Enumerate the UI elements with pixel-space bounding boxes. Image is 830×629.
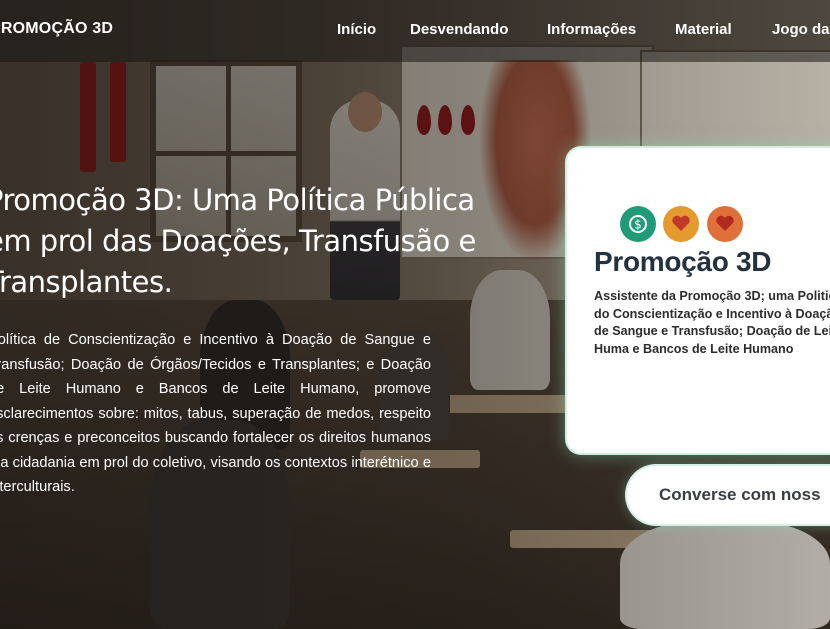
- svg-text:$: $: [634, 218, 642, 232]
- brand-logo-text[interactable]: PROMOÇÃO 3D: [0, 20, 113, 38]
- chat-cta-label: Converse com noss: [659, 485, 821, 504]
- heart-icon: [707, 206, 743, 242]
- hero-title-line: Transplantes.: [0, 265, 173, 299]
- hero-title-line: em prol das Doações, Transfusão e: [0, 224, 476, 258]
- nav-link-desvendando[interactable]: Desvendando: [410, 21, 508, 38]
- dollar-icon: $: [620, 206, 656, 242]
- card-subtitle: Assistente da Promoção 3D; uma Politica …: [594, 289, 830, 356]
- assistant-card[interactable]: $ Promoção 3D Assistente da Promoção 3D;…: [567, 148, 830, 453]
- hero-description: Política de Conscientização e Incentivo …: [0, 332, 431, 495]
- heart-hands-icon: [663, 206, 699, 242]
- card-title: Promoção 3D: [594, 246, 772, 277]
- nav-link-jogo[interactable]: Jogo da: [772, 21, 830, 38]
- nav-link-informacoes[interactable]: Informações: [547, 21, 636, 38]
- nav-link-material[interactable]: Material: [675, 21, 732, 38]
- hero-title-line: Promoção 3D: Uma Política Pública: [0, 183, 475, 217]
- chat-cta-button[interactable]: Converse com noss: [627, 466, 830, 524]
- top-navbar: PROMOÇÃO 3D Início Desvendando Informaçõ…: [0, 0, 830, 62]
- nav-link-inicio[interactable]: Início: [337, 21, 376, 38]
- hero-title: Promoção 3D: Uma Política Pública em pro…: [0, 180, 516, 303]
